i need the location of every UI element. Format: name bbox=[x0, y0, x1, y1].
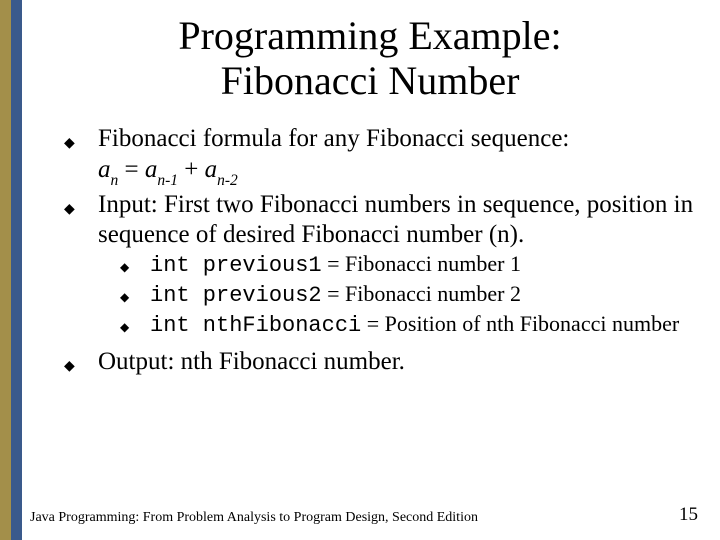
formula-spacer bbox=[64, 155, 98, 165]
fplus: + bbox=[178, 156, 205, 183]
stripe-blue bbox=[11, 0, 22, 540]
sub-bullet-3: ◆ int nthFibonacci = Position of nth Fib… bbox=[120, 311, 710, 339]
slide-content: ◆ Fibonacci formula for any Fibonacci se… bbox=[30, 114, 710, 377]
bullet-1: ◆ Fibonacci formula for any Fibonacci se… bbox=[64, 124, 710, 154]
slide-title: Programming Example: Fibonacci Number bbox=[30, 0, 710, 114]
diamond-icon: ◆ bbox=[64, 124, 98, 151]
diamond-icon: ◆ bbox=[64, 190, 98, 217]
fn: n bbox=[111, 172, 119, 189]
diamond-icon: ◆ bbox=[64, 347, 98, 374]
title-line-2: Fibonacci Number bbox=[221, 58, 520, 103]
bullet-3: ◆ Output: nth Fibonacci number. bbox=[64, 347, 710, 377]
footer-source: Java Programming: From Problem Analysis … bbox=[30, 510, 478, 526]
bullet-2: ◆ Input: First two Fibonacci numbers in … bbox=[64, 190, 710, 249]
diamond-icon: ◆ bbox=[120, 311, 150, 334]
fn2: n-2 bbox=[217, 172, 238, 189]
bullet-1-text: Fibonacci formula for any Fibonacci sequ… bbox=[98, 124, 710, 154]
sub-bullet-1: ◆ int previous1 = Fibonacci number 1 bbox=[120, 251, 710, 279]
sub-bullets: ◆ int previous1 = Fibonacci number 1 ◆ i… bbox=[64, 251, 710, 339]
s1-rest: = Fibonacci number 1 bbox=[322, 251, 521, 276]
feq: = bbox=[118, 156, 145, 183]
side-stripe bbox=[0, 0, 22, 540]
page-number: 15 bbox=[679, 504, 698, 526]
s3-code: int nthFibonacci bbox=[150, 313, 361, 338]
s2-rest: = Fibonacci number 2 bbox=[322, 281, 521, 306]
fa2: a bbox=[145, 156, 158, 183]
s3-rest: = Position of nth Fibonacci number bbox=[361, 311, 679, 336]
diamond-icon: ◆ bbox=[120, 281, 150, 304]
sub-bullet-3-text: int nthFibonacci = Position of nth Fibon… bbox=[150, 311, 710, 339]
sub-bullet-2-text: int previous2 = Fibonacci number 2 bbox=[150, 281, 710, 309]
fa3: a bbox=[205, 156, 218, 183]
footer: Java Programming: From Problem Analysis … bbox=[30, 504, 698, 526]
title-line-1: Programming Example: bbox=[178, 13, 561, 58]
formula-text: an = an-1 + an-2 bbox=[98, 155, 710, 188]
slide: Programming Example: Fibonacci Number ◆ … bbox=[0, 0, 720, 540]
fa: a bbox=[98, 156, 111, 183]
s1-code: int previous1 bbox=[150, 253, 322, 278]
bullet-2-text: Input: First two Fibonacci numbers in se… bbox=[98, 190, 710, 249]
diamond-icon: ◆ bbox=[120, 251, 150, 274]
formula-row: an = an-1 + an-2 bbox=[64, 155, 710, 188]
bullet-3-text: Output: nth Fibonacci number. bbox=[98, 347, 710, 377]
sub-bullet-1-text: int previous1 = Fibonacci number 1 bbox=[150, 251, 710, 279]
sub-bullet-2: ◆ int previous2 = Fibonacci number 2 bbox=[120, 281, 710, 309]
s2-code: int previous2 bbox=[150, 283, 322, 308]
fn1: n-1 bbox=[157, 172, 178, 189]
stripe-gold bbox=[0, 0, 11, 540]
